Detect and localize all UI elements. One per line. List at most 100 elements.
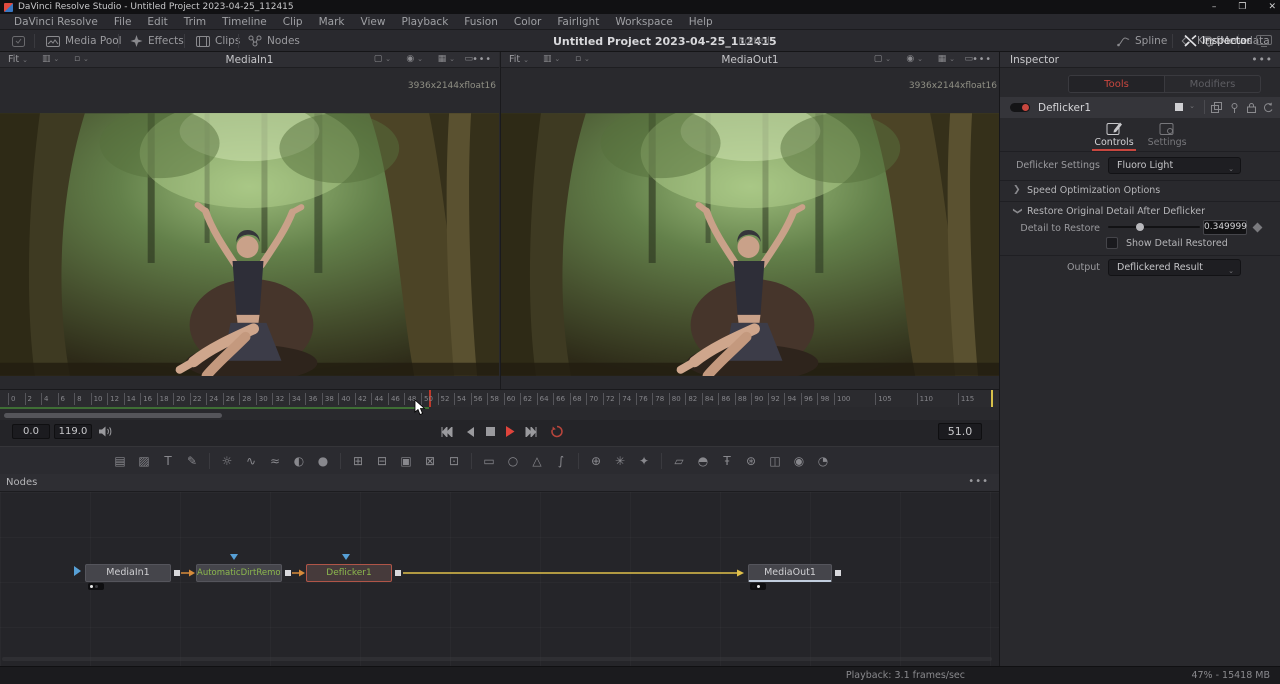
menu-timeline[interactable]: Timeline xyxy=(214,16,275,28)
node-deflicker1[interactable]: Deflicker1 xyxy=(306,564,392,582)
menu-view[interactable]: View xyxy=(353,16,394,28)
bspline-mask-tool-icon[interactable]: ∫ xyxy=(549,451,573,471)
menu-color[interactable]: Color xyxy=(506,16,549,28)
rectangle-mask-tool-icon[interactable]: ▭ xyxy=(477,451,501,471)
pin-icon[interactable] xyxy=(1229,102,1240,113)
crop-tool-icon[interactable]: ⊡ xyxy=(442,451,466,471)
menu-file[interactable]: File xyxy=(106,16,140,28)
text-3d-tool-icon[interactable]: Ŧ xyxy=(715,451,739,471)
text-tool-icon[interactable]: T xyxy=(156,451,180,471)
guides-icon[interactable]: ▦ ⌄ xyxy=(438,54,455,64)
paint-tool-icon[interactable]: ✎ xyxy=(180,451,204,471)
lock-icon[interactable] xyxy=(1246,102,1257,113)
spline-button[interactable]: Spline xyxy=(1117,30,1167,52)
inspector-options-icon[interactable]: ••• xyxy=(1251,54,1273,66)
menu-trim[interactable]: Trim xyxy=(176,16,214,28)
copy-settings-icon[interactable] xyxy=(1211,102,1223,113)
play-button[interactable] xyxy=(501,424,519,439)
tab-tools[interactable]: Tools xyxy=(1069,76,1165,92)
current-frame-field[interactable]: 51.0 xyxy=(938,423,982,440)
roi-icon[interactable]: ▢ ⌄ xyxy=(374,54,391,64)
deflicker-settings-dropdown[interactable]: Fluoro Light ⌄ xyxy=(1108,157,1241,174)
blur-tool-icon[interactable]: ● xyxy=(311,451,335,471)
color-controls-icon[interactable]: ◉ ⌄ xyxy=(906,54,923,64)
fastnoise-tool-icon[interactable]: ▨ xyxy=(132,451,156,471)
color-curves-tool-icon[interactable]: ∿ xyxy=(239,451,263,471)
node-mediaout1[interactable]: MediaOut1 xyxy=(748,564,832,582)
renderer-3d-tool-icon[interactable]: ◔ xyxy=(811,451,835,471)
guides-icon[interactable]: ▦ ⌄ xyxy=(938,54,955,64)
range-start-field[interactable]: 0.0 xyxy=(12,424,50,439)
node-output-square[interactable] xyxy=(395,570,401,576)
subtab-settings[interactable]: Settings xyxy=(1148,118,1187,151)
go-to-start-button[interactable] xyxy=(438,424,456,439)
speed-optimization-section[interactable]: ❯ Speed Optimization Options xyxy=(1000,183,1280,201)
keyframe-icon[interactable] xyxy=(1253,223,1263,233)
range-end-field[interactable]: 119.0 xyxy=(54,424,92,439)
color-controls-icon[interactable]: ◉ ⌄ xyxy=(406,54,423,64)
viewer-right-canvas[interactable]: 3936x2144xfloat16 xyxy=(501,68,1000,389)
reset-icon[interactable] xyxy=(1262,102,1274,113)
time-ruler[interactable]: 0246810121416182022242628303234363840424… xyxy=(0,389,999,407)
go-to-end-button[interactable] xyxy=(522,424,540,439)
show-detail-checkbox[interactable] xyxy=(1106,237,1118,249)
roi-icon[interactable]: ▢ ⌄ xyxy=(874,54,891,64)
background-tool-icon[interactable]: ▤ xyxy=(108,451,132,471)
node-output-square[interactable] xyxy=(835,570,841,576)
clean-feed-icon[interactable] xyxy=(1256,35,1272,47)
menu-playback[interactable]: Playback xyxy=(393,16,456,28)
viewer-left-canvas[interactable]: 3936x2144xfloat16 xyxy=(0,68,499,389)
inspector-button[interactable]: Inspector xyxy=(1184,30,1251,52)
node-enable-toggle[interactable] xyxy=(1010,103,1030,112)
tab-modifiers[interactable]: Modifiers xyxy=(1165,76,1260,92)
step-back-button[interactable] xyxy=(461,424,479,439)
effects-button[interactable]: Effects xyxy=(130,30,184,52)
node-color-swatch[interactable] xyxy=(1175,103,1183,111)
polygon-mask-tool-icon[interactable]: △ xyxy=(525,451,549,471)
color-corrector-tool-icon[interactable]: ☼ xyxy=(215,451,239,471)
node-output-square[interactable] xyxy=(174,570,180,576)
detail-to-restore-slider[interactable] xyxy=(1108,226,1200,228)
ellipse-mask-tool-icon[interactable]: ○ xyxy=(501,451,525,471)
node-mediain1[interactable]: MediaIn1 xyxy=(85,564,171,582)
brightness-contrast-tool-icon[interactable]: ◐ xyxy=(287,451,311,471)
slider-thumb[interactable] xyxy=(1136,223,1144,231)
node-automaticdirtremoval[interactable]: AutomaticDirtRemov... xyxy=(196,564,282,582)
shape-3d-tool-icon[interactable]: ◓ xyxy=(691,451,715,471)
camera-3d-tool-icon[interactable]: ◉ xyxy=(787,451,811,471)
menu-davinci-resolve[interactable]: DaVinci Resolve xyxy=(6,16,106,28)
merge-3d-tool-icon[interactable]: ⊛ xyxy=(739,451,763,471)
tracker-tool-icon[interactable]: ⊕ xyxy=(584,451,608,471)
channel-booleans-tool-icon[interactable]: ▣ xyxy=(394,451,418,471)
panel-toggle-icon[interactable] xyxy=(12,30,25,52)
node-output-square[interactable] xyxy=(285,570,291,576)
node-graph-scrollbar[interactable] xyxy=(2,657,992,661)
output-dropdown[interactable]: Deflickered Result ⌄ xyxy=(1108,259,1241,276)
menu-fairlight[interactable]: Fairlight xyxy=(549,16,607,28)
viewer-options-icon[interactable]: ••• xyxy=(972,54,992,65)
matte-control-tool-icon[interactable]: ⊟ xyxy=(370,451,394,471)
menu-fusion[interactable]: Fusion xyxy=(456,16,506,28)
subtab-controls[interactable]: Controls xyxy=(1094,118,1133,151)
maximize-button[interactable]: ❐ xyxy=(1238,2,1246,12)
timeline-scrollbar[interactable] xyxy=(4,413,222,418)
menu-help[interactable]: Help xyxy=(681,16,721,28)
cube-3d-tool-icon[interactable]: ◫ xyxy=(763,451,787,471)
viewer-options-icon[interactable]: ••• xyxy=(472,54,492,65)
detail-to-restore-value[interactable]: 0.349999 xyxy=(1203,220,1247,235)
stop-button[interactable] xyxy=(481,424,499,439)
image-plane-3d-tool-icon[interactable]: ▱ xyxy=(667,451,691,471)
media-pool-button[interactable]: Media Pool xyxy=(46,30,122,52)
merge-tool-icon[interactable]: ⊞ xyxy=(346,451,370,471)
menu-workspace[interactable]: Workspace xyxy=(607,16,680,28)
menu-mark[interactable]: Mark xyxy=(311,16,353,28)
nodes-panel-options-icon[interactable]: ••• xyxy=(968,476,989,487)
menu-clip[interactable]: Clip xyxy=(275,16,311,28)
loop-button[interactable] xyxy=(548,424,566,439)
audio-mute-icon[interactable] xyxy=(98,425,112,438)
minimize-button[interactable]: – xyxy=(1212,2,1217,12)
nodes-button[interactable]: Nodes xyxy=(248,30,300,52)
chevron-down-icon[interactable]: ⌄ xyxy=(1189,102,1195,110)
menu-edit[interactable]: Edit xyxy=(139,16,175,28)
close-button[interactable]: ✕ xyxy=(1268,2,1276,12)
